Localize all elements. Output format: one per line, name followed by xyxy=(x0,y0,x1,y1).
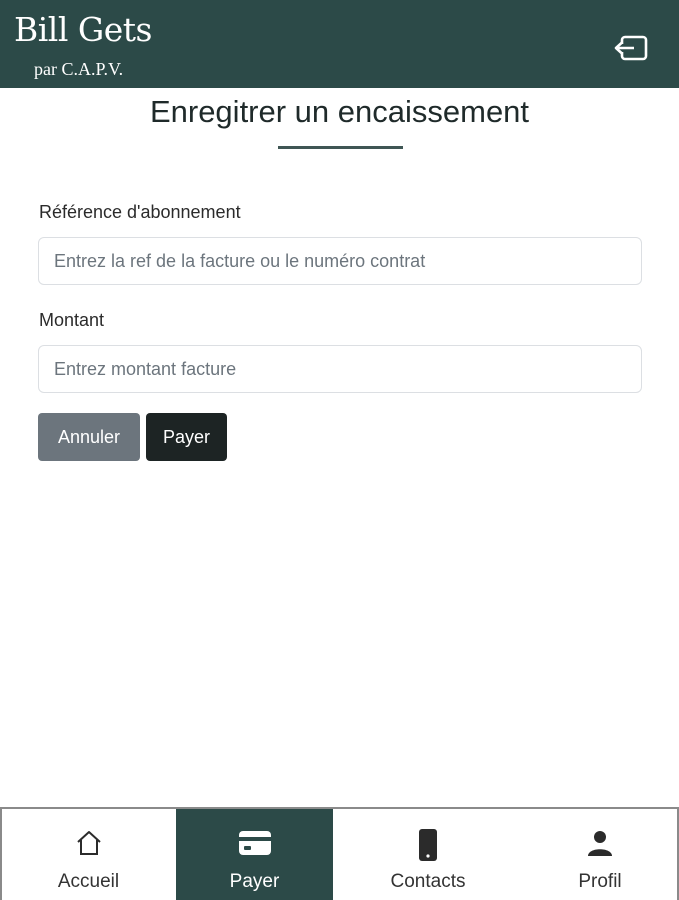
amount-label: Montant xyxy=(39,310,105,330)
reference-input[interactable] xyxy=(38,237,642,285)
person-icon xyxy=(588,831,612,856)
nav-label-profil: Profil xyxy=(578,871,622,892)
page-title: Enregitrer un encaissement xyxy=(149,94,530,129)
nav-label-payer: Payer xyxy=(229,871,280,892)
nav-left-border xyxy=(0,807,2,900)
app-header: Bill Gets par C.A.P.V. xyxy=(0,0,679,88)
pay-button[interactable]: Payer xyxy=(146,413,227,461)
logout-button[interactable] xyxy=(612,33,650,63)
cancel-button[interactable]: Annuler xyxy=(38,413,140,461)
credit-card-icon xyxy=(238,831,271,855)
title-underline xyxy=(278,146,403,149)
reference-label: Référence d'abonnement xyxy=(39,202,241,222)
nav-item-contacts[interactable]: Contacts xyxy=(340,809,516,900)
app-title: Bill Gets xyxy=(14,10,153,49)
phone-icon xyxy=(419,829,437,861)
nav-item-profil[interactable]: Profil xyxy=(520,809,679,900)
nav-label-contacts: Contacts xyxy=(390,871,466,892)
bottom-nav: Accueil Payer Contacts Profil xyxy=(0,807,679,900)
amount-input[interactable] xyxy=(38,345,642,393)
app-subtitle: par C.A.P.V. xyxy=(34,59,124,79)
home-icon xyxy=(76,831,101,855)
nav-item-payer[interactable]: Payer xyxy=(176,809,333,900)
nav-item-accueil[interactable]: Accueil xyxy=(2,809,175,900)
logout-icon xyxy=(614,35,648,61)
nav-label-accueil: Accueil xyxy=(57,871,120,892)
